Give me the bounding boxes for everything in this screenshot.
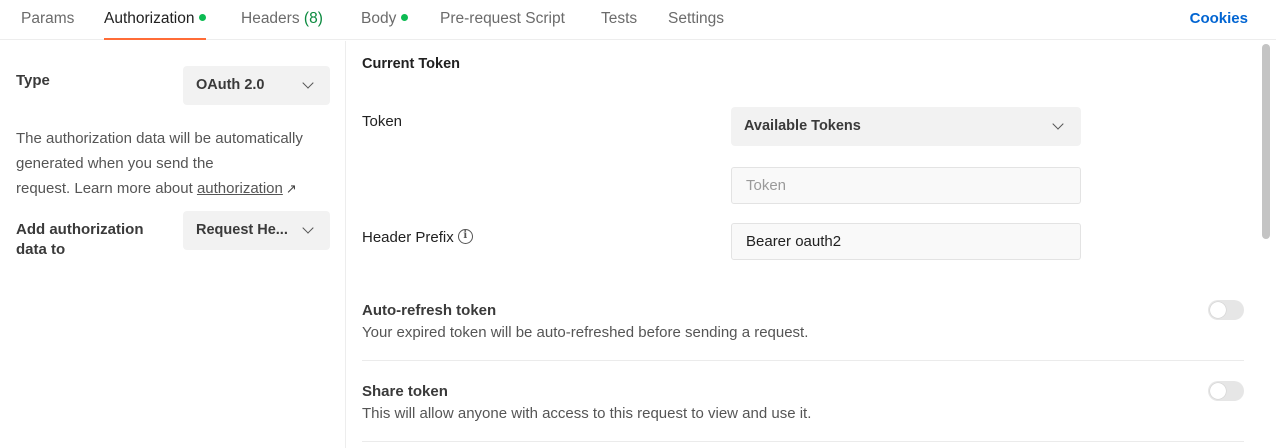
share-token-title: Share token xyxy=(362,383,448,400)
info-icon[interactable]: i xyxy=(457,228,473,244)
add-auth-to-label-line: data to xyxy=(16,241,66,258)
share-token-toggle[interactable] xyxy=(1208,381,1244,401)
auth-config-panel: Current Token Token Available Tokens Tok… xyxy=(346,41,1276,448)
auth-description-line: The authorization data will be automatic… xyxy=(16,130,303,147)
add-auth-to-select[interactable]: Request He... xyxy=(183,211,330,250)
headers-count: (8) xyxy=(303,10,323,27)
tab-label: Params xyxy=(21,10,75,27)
tab-label: Body xyxy=(361,10,397,27)
header-prefix-input[interactable]: Bearer oauth2 xyxy=(731,223,1081,260)
tab-body[interactable]: Body xyxy=(361,0,409,40)
cookies-link[interactable]: Cookies xyxy=(1190,0,1248,37)
learn-authorization-link[interactable]: authorization xyxy=(197,180,283,197)
tab-label: Settings xyxy=(668,10,725,27)
external-link-icon: ↗ xyxy=(285,181,297,196)
header-prefix-label: Header Prefix i xyxy=(362,228,473,246)
token-input[interactable]: Token xyxy=(731,167,1081,204)
add-auth-to-label-line: Add authorization xyxy=(16,221,144,238)
token-label: Token xyxy=(362,113,403,130)
divider xyxy=(362,360,1244,361)
modified-dot-icon xyxy=(401,14,409,22)
available-tokens-select[interactable]: Available Tokens xyxy=(731,107,1081,146)
tab-headers[interactable]: Headers (8) xyxy=(241,0,323,40)
tab-label: Tests xyxy=(601,10,638,27)
type-label: Type xyxy=(16,72,50,89)
auth-type-value: OAuth 2.0 xyxy=(196,77,265,93)
available-tokens-value: Available Tokens xyxy=(744,118,861,134)
auth-type-panel: Type OAuth 2.0 The authorization data wi… xyxy=(0,41,346,448)
add-auth-to-label: Add authorization data to xyxy=(16,220,144,260)
auth-description: The authorization data will be automatic… xyxy=(16,126,334,201)
auth-description-line: request. Learn more about xyxy=(16,180,193,197)
add-auth-to-value: Request He... xyxy=(196,222,288,238)
tab-pre-request-script[interactable]: Pre-request Script xyxy=(440,0,565,40)
share-token-description: This will allow anyone with access to th… xyxy=(362,405,812,422)
current-token-heading: Current Token xyxy=(362,56,461,72)
vertical-scrollbar[interactable] xyxy=(1262,44,1270,239)
auto-refresh-title: Auto-refresh token xyxy=(362,302,497,319)
tab-settings[interactable]: Settings xyxy=(668,0,724,40)
chevron-down-icon xyxy=(1052,118,1064,130)
modified-dot-icon xyxy=(199,14,207,22)
divider xyxy=(362,441,1244,442)
tab-label: Authorization xyxy=(104,10,195,27)
auth-description-line: generated when you send the xyxy=(16,155,214,172)
request-tabs: Params Authorization Headers (8) Body Pr… xyxy=(0,0,1276,40)
auto-refresh-toggle[interactable] xyxy=(1208,300,1244,320)
tab-label: Headers xyxy=(241,10,300,27)
tab-tests[interactable]: Tests xyxy=(601,0,637,40)
auto-refresh-description: Your expired token will be auto-refreshe… xyxy=(362,324,809,341)
tab-authorization[interactable]: Authorization xyxy=(104,0,207,40)
chevron-down-icon xyxy=(302,77,314,89)
tab-params[interactable]: Params xyxy=(21,0,74,40)
tab-label: Pre-request Script xyxy=(440,10,565,27)
auth-type-select[interactable]: OAuth 2.0 xyxy=(183,66,330,105)
header-prefix-text: Header Prefix xyxy=(362,229,454,246)
chevron-down-icon xyxy=(302,222,314,234)
